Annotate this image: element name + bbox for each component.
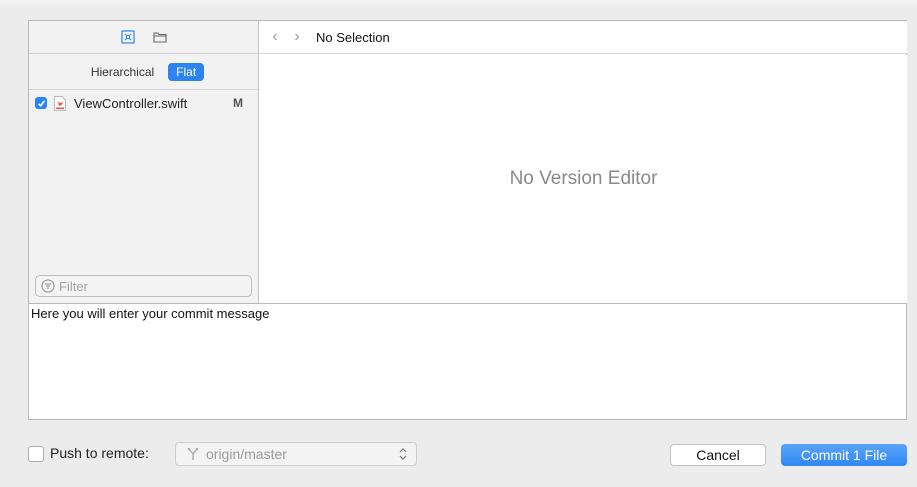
folder-icon[interactable]	[152, 30, 167, 44]
selected-branch: origin/master	[206, 446, 287, 462]
cancel-button[interactable]: Cancel	[670, 444, 766, 466]
branch-icon	[187, 447, 199, 460]
editor-jump-bar: ‹ › No Selection	[260, 21, 907, 54]
chevron-up-down-icon	[399, 448, 407, 460]
version-editor-area: No Version Editor	[260, 55, 907, 303]
commit-sheet-frame: Hierarchical Flat ViewController.swift M	[28, 20, 907, 420]
window-top-strip	[0, 0, 917, 8]
commit-message-text: Here you will enter your commit message	[31, 306, 270, 321]
remote-branch-select[interactable]: origin/master	[175, 442, 417, 466]
selection-label: No Selection	[316, 29, 390, 45]
file-navigator: Hierarchical Flat ViewController.swift M	[29, 21, 259, 303]
segment-flat[interactable]: Flat	[168, 62, 205, 81]
bottom-toolbar: Push to remote: origin/master Cancel Com…	[0, 440, 917, 470]
commit-message-field[interactable]: Here you will enter your commit message	[29, 303, 906, 419]
empty-editor-message: No Version Editor	[509, 168, 658, 189]
filter-placeholder: Filter	[59, 278, 88, 294]
push-to-remote-checkbox[interactable]	[28, 446, 44, 462]
segment-hierarchical[interactable]: Hierarchical	[83, 63, 162, 81]
file-include-checkbox[interactable]	[35, 97, 47, 109]
file-list-item[interactable]: ViewController.swift M	[29, 93, 258, 113]
push-to-remote-label: Push to remote:	[50, 445, 149, 461]
source-control-icon[interactable]	[120, 30, 135, 44]
file-status-badge: M	[233, 96, 243, 110]
filter-input[interactable]: Filter	[35, 275, 252, 297]
back-arrow-icon[interactable]: ‹	[264, 28, 286, 46]
file-name: ViewController.swift	[74, 95, 188, 111]
forward-arrow-icon[interactable]: ›	[286, 28, 308, 46]
commit-button[interactable]: Commit 1 File	[781, 444, 907, 466]
swift-file-icon	[54, 95, 66, 111]
filter-icon	[41, 279, 55, 293]
navigator-icon-bar	[29, 21, 258, 54]
view-mode-segmented-control: Hierarchical Flat	[29, 54, 258, 90]
